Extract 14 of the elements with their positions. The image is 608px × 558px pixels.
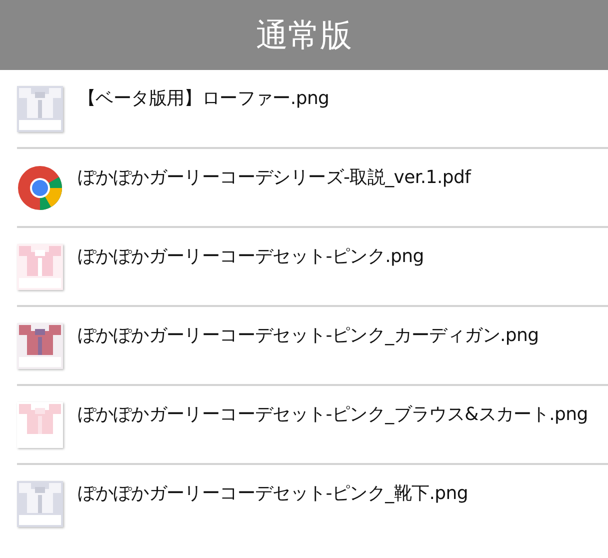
file-name: ぽかぽかガーリーコーデセット-ピンク.png	[78, 245, 424, 269]
file-name: ぽかぽかガーリーコーデセット-ピンク_靴下.png	[78, 482, 468, 506]
file-name: 【ベータ版用】ローファー.png	[78, 87, 330, 111]
file-item[interactable]: 【ベータ版用】ローファー.png	[0, 70, 608, 147]
file-name: ぽかぽかガーリーコーデシリーズ-取説_ver.1.pdf	[78, 166, 471, 190]
file-item[interactable]: ぽかぽかガーリーコーデシリーズ-取説_ver.1.pdf	[17, 147, 608, 226]
tricolor-circle-icon	[17, 165, 63, 211]
file-name: ぽかぽかガーリーコーデセット-ピンク_ブラウス&スカート.png	[78, 403, 588, 427]
file-item[interactable]: ぽかぽかガーリーコーデセット-ピンク_ブラウス&スカート.png	[17, 384, 608, 463]
page-title: 通常版	[256, 15, 352, 55]
file-name: ぽかぽかガーリーコーデセット-ピンク_カーディガン.png	[78, 324, 539, 348]
file-item[interactable]: ぽかぽかガーリーコーデセット-ピンク_靴下.png	[17, 463, 608, 542]
file-item[interactable]: ぽかぽかガーリーコーデセット-ピンク.png	[17, 226, 608, 305]
file-item[interactable]: ぽかぽかガーリーコーデセット-ピンク_カーディガン.png	[17, 305, 608, 384]
